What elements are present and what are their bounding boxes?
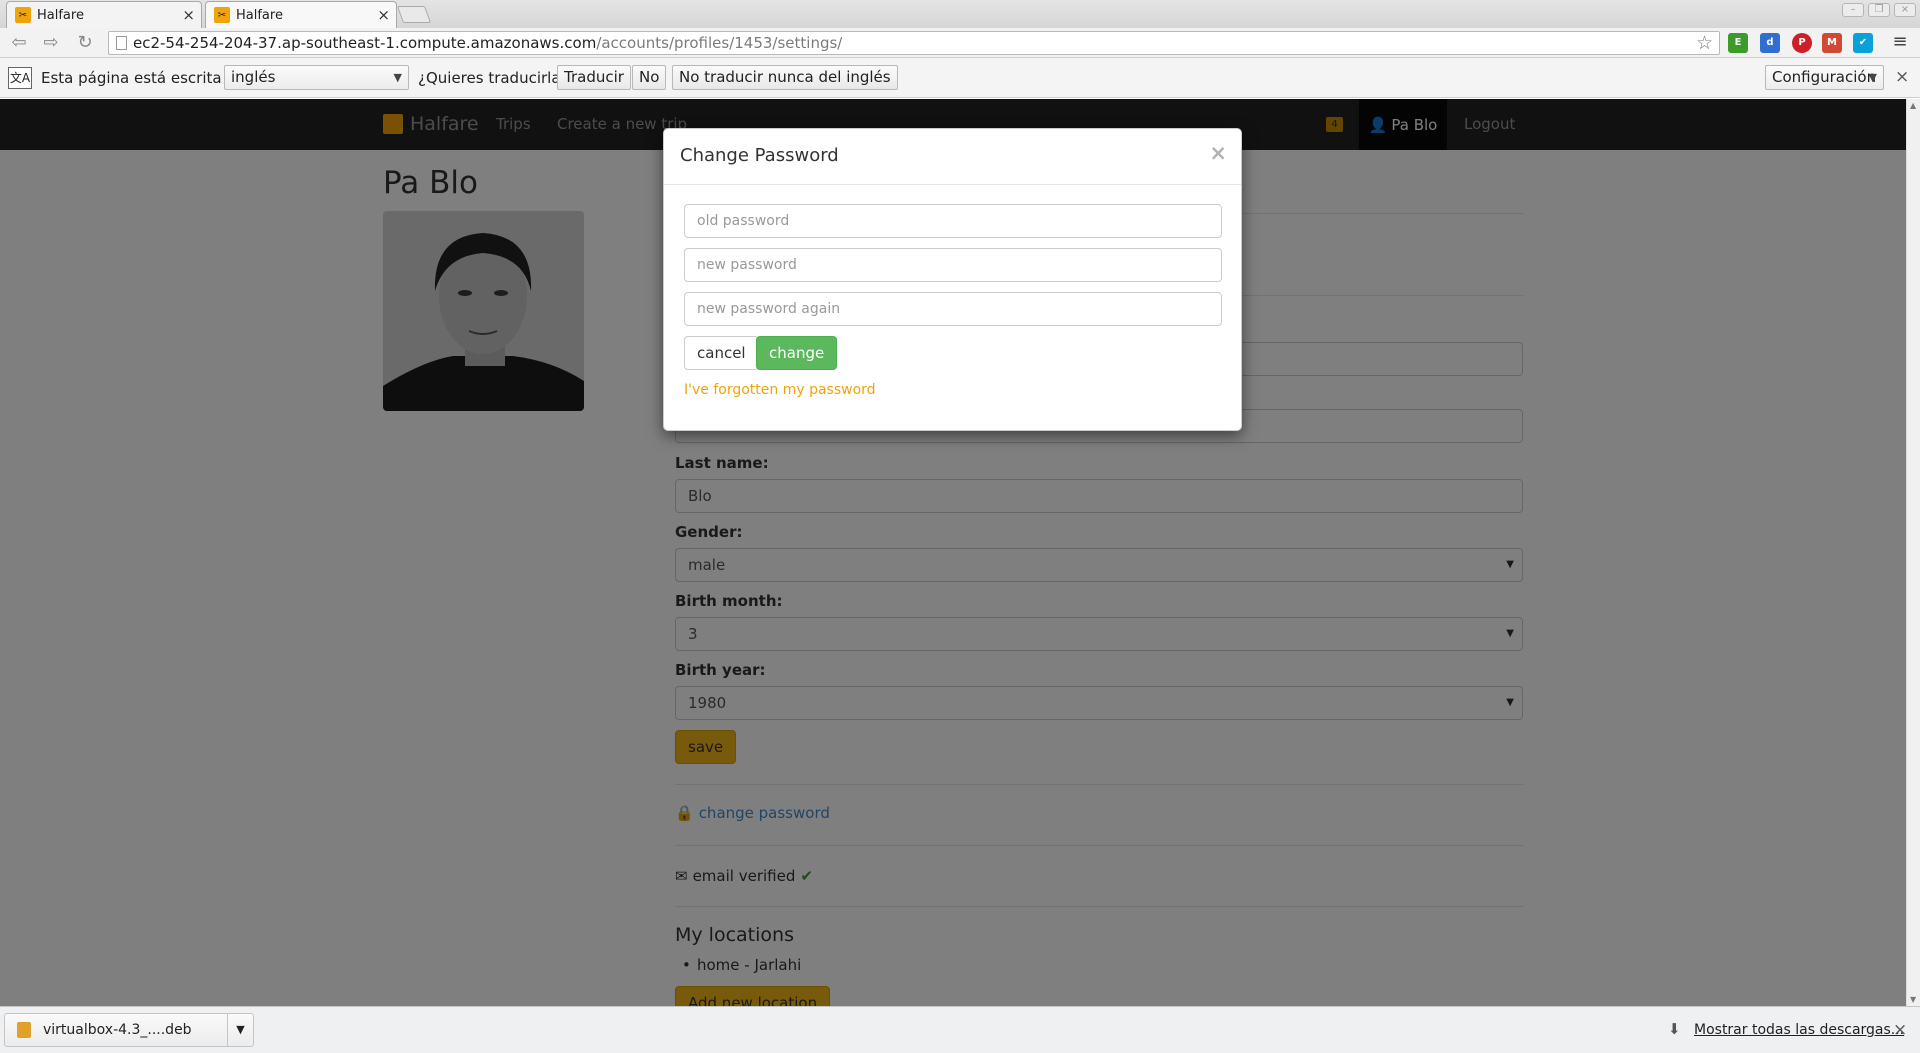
no-translate-button[interactable]: No	[632, 65, 667, 90]
chevron-down-icon: ▼	[1868, 71, 1877, 84]
browser-tab-1[interactable]: ✂ Halfare ×	[6, 1, 202, 28]
browser-tab-2[interactable]: ✂ Halfare ×	[205, 1, 397, 28]
page-viewport: Halfare Trips Create a new trip 4 👤 Pa B…	[0, 99, 1906, 1006]
change-password-modal: Change Password × old password new passw…	[663, 128, 1242, 431]
reload-icon[interactable]: ↻	[74, 32, 96, 54]
language-value: inglés	[231, 68, 276, 86]
chevron-down-icon: ▼	[393, 71, 402, 84]
language-select[interactable]: inglés ▼	[224, 65, 409, 90]
package-icon	[17, 1022, 31, 1038]
minimize-icon[interactable]: –	[1842, 3, 1864, 17]
modal-header: Change Password ×	[664, 129, 1241, 185]
pinterest-icon[interactable]: P	[1792, 33, 1812, 53]
halfare-favicon-icon: ✂	[15, 7, 31, 23]
window-close-icon[interactable]: ×	[1894, 3, 1916, 17]
browser-toolbar: ⇦ ⇨ ↻ ec2-54-254-204-37.ap-southeast-1.c…	[0, 28, 1920, 58]
new-tab-button[interactable]	[396, 6, 432, 23]
never-translate-button[interactable]: No traducir nunca del inglés	[672, 65, 898, 90]
translate-config-button[interactable]: Configuración ▼	[1765, 65, 1884, 90]
download-shelf: virtualbox-4.3_....deb ▼ ⬇ Mostrar todas…	[0, 1006, 1920, 1053]
close-tab-icon[interactable]: ×	[377, 6, 390, 24]
translate-icon: 文A	[8, 67, 32, 89]
scroll-down-icon[interactable]: ▼	[1910, 995, 1916, 1004]
gmail-icon[interactable]: M	[1822, 33, 1842, 53]
show-all-downloads-link[interactable]: Mostrar todas las descargas...	[1694, 1022, 1904, 1038]
download-item[interactable]: virtualbox-4.3_....deb ▼	[4, 1013, 254, 1047]
url-host: ec2-54-254-204-37.ap-southeast-1.compute…	[133, 34, 597, 52]
translate-question: ¿Quieres traducirla?	[418, 69, 569, 87]
translate-prefix: Esta página está escrita en	[41, 69, 246, 87]
translate-button[interactable]: Traducir	[557, 65, 631, 90]
close-icon[interactable]: ×	[1209, 141, 1227, 165]
tab-strip: ✂ Halfare × ✂ Halfare × – ❐ ×	[0, 0, 1920, 28]
forgot-password-link[interactable]: I've forgotten my password	[684, 382, 876, 398]
restore-icon[interactable]: ❐	[1868, 3, 1890, 17]
download-arrow-icon: ⬇	[1668, 1020, 1681, 1038]
new-password-field[interactable]: new password	[684, 248, 1222, 282]
bookmark-star-icon[interactable]: ☆	[1696, 32, 1713, 54]
close-tab-icon[interactable]: ×	[182, 6, 195, 24]
change-button[interactable]: change	[756, 336, 838, 370]
forward-icon[interactable]: ⇨	[40, 32, 62, 54]
page-icon	[116, 36, 127, 50]
tab-title: Halfare	[236, 7, 283, 23]
download-filename: virtualbox-4.3_....deb	[43, 1022, 192, 1038]
address-bar[interactable]: ec2-54-254-204-37.ap-southeast-1.compute…	[108, 31, 1720, 55]
scroll-up-icon[interactable]: ▲	[1910, 101, 1916, 110]
config-label: Configuración	[1772, 68, 1877, 86]
cancel-button[interactable]: cancel	[684, 336, 759, 370]
new-password-again-field[interactable]: new password again	[684, 292, 1222, 326]
modal-title: Change Password	[680, 145, 839, 166]
halfare-favicon-icon: ✂	[214, 7, 230, 23]
old-password-field[interactable]: old password	[684, 204, 1222, 238]
chevron-down-icon[interactable]: ▼	[227, 1014, 253, 1046]
browser-menu-icon[interactable]: ≡	[1890, 32, 1910, 52]
close-translate-icon[interactable]: ×	[1895, 67, 1909, 87]
tab-title: Halfare	[37, 7, 84, 23]
url-path: /accounts/profiles/1453/settings/	[596, 34, 843, 52]
translate-bar: 文A Esta página está escrita en inglés ▼ …	[0, 58, 1920, 98]
back-icon[interactable]: ⇦	[8, 32, 30, 54]
evernote-icon[interactable]: E	[1728, 33, 1748, 53]
close-download-shelf-icon[interactable]: ×	[1893, 1020, 1907, 1040]
delicious-icon[interactable]: d	[1760, 33, 1780, 53]
messenger-icon[interactable]: ✔	[1853, 33, 1873, 53]
page-scrollbar[interactable]: ▲ ▼	[1906, 99, 1920, 1006]
